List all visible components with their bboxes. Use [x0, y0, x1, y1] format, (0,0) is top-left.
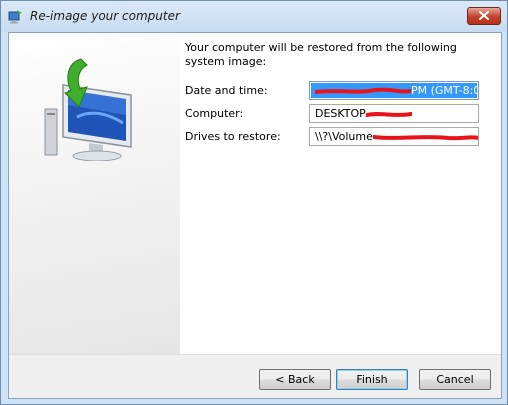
- close-button[interactable]: [467, 7, 501, 25]
- back-button[interactable]: < Back: [259, 369, 331, 390]
- button-bar: < Back Finish Cancel: [9, 354, 501, 398]
- computer-restore-illustration-icon: [37, 57, 149, 162]
- dialog-client-area: Your computer will be restored from the …: [8, 32, 502, 399]
- computer-field[interactable]: DESKTOP: [309, 104, 479, 123]
- cancel-button[interactable]: Cancel: [419, 369, 491, 390]
- title-bar[interactable]: Re-image your computer: [1, 1, 507, 32]
- redaction-scribble: [365, 111, 412, 117]
- dialog-window: Re-image your computer Your computer wil…: [0, 0, 508, 405]
- date-time-label: Date and time:: [185, 84, 268, 97]
- restore-heading: Your computer will be restored from the …: [185, 41, 457, 68]
- date-time-value: PM (GMT-8:00): [411, 84, 477, 97]
- redaction-scribble: [315, 87, 411, 94]
- computer-label: Computer:: [185, 107, 244, 120]
- side-panel: [9, 33, 180, 354]
- date-time-field[interactable]: PM (GMT-8:00): [309, 81, 479, 100]
- window-title: Re-image your computer: [30, 9, 180, 23]
- close-icon: [479, 10, 489, 23]
- redaction-scribble: [372, 134, 478, 140]
- system-restore-icon: [7, 9, 23, 25]
- drives-value: \\?\Volume: [315, 130, 373, 143]
- drives-field[interactable]: \\?\Volume: [309, 127, 479, 146]
- finish-button[interactable]: Finish: [336, 369, 408, 390]
- drives-label: Drives to restore:: [185, 130, 281, 143]
- computer-value: DESKTOP: [315, 107, 366, 120]
